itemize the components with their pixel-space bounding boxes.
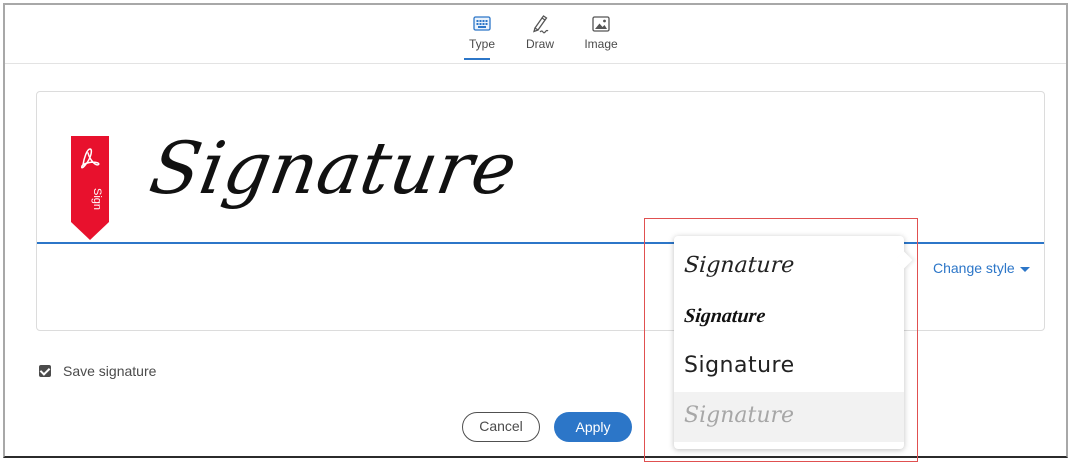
tab-image-label: Image [584, 37, 618, 51]
signature-dialog: Type Draw Image Sign Signature Change st… [3, 3, 1068, 458]
save-signature-checkbox[interactable] [39, 365, 51, 377]
style-option-1[interactable]: Signature [672, 244, 905, 292]
tab-draw-label: Draw [525, 37, 554, 51]
change-style-label: Change style [933, 260, 1015, 276]
image-icon [592, 16, 610, 32]
change-style-link[interactable]: Change style [933, 260, 1030, 276]
tab-draw[interactable]: Draw [515, 13, 565, 63]
signature-mode-tabs: Type Draw Image [5, 5, 1066, 64]
cancel-button[interactable]: Cancel [462, 412, 540, 442]
save-signature-label: Save signature [63, 363, 157, 379]
sign-flag-label: Sign [91, 188, 103, 210]
selected-tab-indicator [464, 58, 490, 60]
style-option-3[interactable]: Signature [674, 344, 904, 392]
save-signature-option[interactable]: Save signature [39, 363, 156, 379]
signature-text: Signature [143, 126, 524, 210]
tab-image[interactable]: Image [576, 13, 626, 63]
caret-down-icon [1019, 266, 1030, 272]
pen-draw-icon [533, 15, 549, 34]
tab-type[interactable]: Type [457, 13, 507, 63]
tab-type-label: Type [468, 37, 495, 51]
style-option-2[interactable]: Signature [671, 294, 906, 342]
style-dropdown: Signature Signature Signature Signature [671, 236, 913, 449]
sign-flag: Sign [71, 136, 109, 240]
apply-button[interactable]: Apply [554, 412, 632, 442]
style-option-4[interactable]: Signature [674, 392, 904, 442]
dialog-buttons: Cancel Apply [462, 412, 642, 446]
keyboard-icon [473, 16, 491, 31]
